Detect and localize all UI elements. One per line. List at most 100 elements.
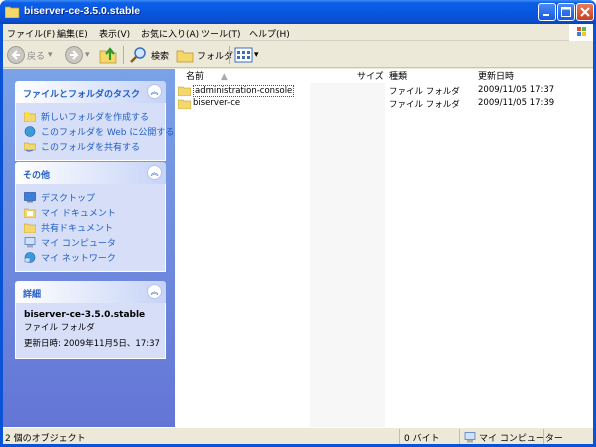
- task-label: 新しいフォルダを作成する: [41, 113, 150, 123]
- up-folder-button[interactable]: [99, 45, 119, 65]
- collapse-chevron-icon[interactable]: ︽: [147, 84, 162, 99]
- other-places-title: その他: [23, 171, 51, 181]
- menu-favorites[interactable]: お気に入り(A): [141, 27, 199, 40]
- column-header-size[interactable]: サイズ: [357, 69, 384, 83]
- close-button[interactable]: [576, 3, 594, 21]
- other-places-header[interactable]: その他 ︽: [15, 162, 166, 184]
- column-header-name[interactable]: 名前 ▲: [186, 69, 228, 83]
- forward-button[interactable]: ▾: [65, 45, 90, 65]
- toolbar-separator: [229, 46, 230, 64]
- details-body: biserver-ce-3.5.0.stable ファイル フォルダ 更新日時:…: [15, 303, 166, 359]
- details-folder-name: biserver-ce-3.5.0.stable: [24, 310, 146, 320]
- task-label: このフォルダを Web に公開する: [41, 128, 175, 138]
- back-dropdown-icon[interactable]: ▾: [48, 50, 53, 60]
- status-object-count: 2 個のオブジェクト: [5, 434, 86, 444]
- menu-file[interactable]: ファイル(F): [7, 27, 55, 40]
- place-label: マイ ネットワーク: [41, 254, 116, 264]
- windows-logo: [569, 24, 593, 41]
- back-arrow-icon: [7, 46, 25, 64]
- file-date: 2009/11/05 17:39: [478, 98, 555, 108]
- globe-icon: [24, 126, 36, 137]
- menu-view[interactable]: 表示(V): [99, 27, 130, 40]
- details-folder-type: ファイル フォルダ: [24, 323, 95, 333]
- minimize-icon: [543, 14, 549, 16]
- toolbar: 戻る ▾ ▾ 検索 フォルダ ▾: [3, 42, 593, 68]
- place-my-network[interactable]: マイ ネットワーク: [24, 250, 157, 265]
- place-label: マイ ドキュメント: [41, 209, 116, 219]
- explorer-window: biserver-ce-3.5.0.stable ファイル(F) 編集(E) 表…: [0, 0, 596, 447]
- maximize-icon: [561, 7, 571, 17]
- task-label: このフォルダを共有する: [41, 143, 141, 153]
- back-button[interactable]: 戻る ▾: [7, 45, 53, 65]
- folders-icon: [176, 50, 194, 63]
- file-tasks-panel: ファイルとフォルダのタスク ︽ 新しいフォルダを作成する このフォルダを Web…: [15, 81, 174, 161]
- file-tasks-title: ファイルとフォルダのタスク: [23, 90, 141, 100]
- forward-dropdown-icon[interactable]: ▾: [85, 50, 90, 60]
- place-label: 共有ドキュメント: [41, 224, 114, 234]
- place-my-computer[interactable]: マイ コンピュータ: [24, 235, 157, 250]
- minimize-button[interactable]: [538, 3, 556, 21]
- windows-flag-icon: [577, 27, 586, 36]
- status-location-label: マイ コンピューター: [479, 434, 563, 444]
- collapse-chevron-icon[interactable]: ︽: [147, 165, 162, 180]
- file-type: ファイル フォルダ: [389, 87, 460, 97]
- folder-icon: [178, 86, 191, 96]
- search-label: 検索: [151, 51, 170, 62]
- views-icon: [234, 47, 253, 63]
- search-icon: [130, 47, 146, 63]
- status-divider: [399, 429, 400, 444]
- back-label: 戻る: [27, 51, 46, 62]
- folder-icon: [5, 6, 20, 18]
- menu-help[interactable]: ヘルプ(H): [249, 27, 290, 40]
- details-header[interactable]: 詳細 ︽: [15, 281, 166, 303]
- sort-ascending-icon: ▲: [220, 72, 228, 82]
- column-name-label: 名前: [186, 72, 205, 82]
- file-name[interactable]: biserver-ce: [193, 98, 240, 108]
- other-places-body: デスクトップ マイ ドキュメント 共有ドキュメント マイ コンピュータ マイ ネ…: [15, 184, 166, 272]
- my-computer-icon: [464, 432, 476, 443]
- maximize-button[interactable]: [557, 3, 575, 21]
- details-modified: 更新日時: 2009年11月5日、17:37: [24, 339, 160, 349]
- status-location: マイ コンピューター: [464, 431, 563, 444]
- menu-edit[interactable]: 編集(E): [57, 27, 88, 40]
- column-header-bar: [175, 69, 593, 83]
- collapse-chevron-icon[interactable]: ︽: [147, 284, 162, 299]
- folders-button[interactable]: フォルダ: [175, 45, 233, 65]
- window-title: biserver-ce-3.5.0.stable: [24, 5, 141, 17]
- my-network-icon: [24, 252, 36, 263]
- menu-bar: ファイル(F) 編集(E) 表示(V) お気に入り(A) ツール(T) ヘルプ(…: [3, 24, 593, 41]
- other-places-panel: その他 ︽ デスクトップ マイ ドキュメント 共有ドキュメント マイ コンピュー…: [15, 162, 166, 272]
- shared-documents-icon: [24, 223, 36, 233]
- file-tasks-header[interactable]: ファイルとフォルダのタスク ︽: [15, 81, 166, 103]
- menu-tools[interactable]: ツール(T): [201, 27, 241, 40]
- search-button[interactable]: 検索: [129, 45, 169, 65]
- share-folder-icon: [24, 142, 36, 152]
- status-bar: 2 個のオブジェクト 0 バイト マイ コンピューター: [3, 427, 593, 444]
- place-label: マイ コンピュータ: [41, 239, 116, 249]
- views-dropdown-icon[interactable]: ▾: [254, 50, 259, 60]
- new-folder-icon: [24, 111, 36, 122]
- my-computer-icon: [24, 237, 36, 248]
- file-name[interactable]: administration-console: [193, 85, 295, 97]
- folder-icon: [178, 99, 191, 109]
- task-new-folder[interactable]: 新しいフォルダを作成する: [24, 109, 157, 124]
- title-bar[interactable]: biserver-ce-3.5.0.stable: [0, 0, 596, 24]
- sorted-column-highlight: [310, 69, 385, 427]
- column-header-type[interactable]: 種類: [389, 69, 407, 83]
- file-tasks-body: 新しいフォルダを作成する このフォルダを Web に公開する このフォルダを共有…: [15, 103, 174, 161]
- place-shared-documents[interactable]: 共有ドキュメント: [24, 220, 157, 235]
- task-pane: ファイルとフォルダのタスク ︽ 新しいフォルダを作成する このフォルダを Web…: [3, 69, 175, 427]
- place-desktop[interactable]: デスクトップ: [24, 190, 157, 205]
- task-share-folder[interactable]: このフォルダを共有する: [24, 139, 157, 154]
- file-list-view[interactable]: 名前 ▲ サイズ 種類 更新日時 administration-console …: [175, 69, 593, 427]
- file-type: ファイル フォルダ: [389, 100, 460, 110]
- close-icon: [580, 7, 590, 17]
- status-divider: [459, 429, 460, 444]
- desktop-icon: [24, 192, 36, 203]
- status-divider: [543, 429, 544, 444]
- status-size: 0 バイト: [404, 434, 440, 444]
- views-button[interactable]: ▾: [234, 45, 259, 65]
- place-my-documents[interactable]: マイ ドキュメント: [24, 205, 157, 220]
- column-header-date[interactable]: 更新日時: [478, 69, 514, 83]
- task-publish-web[interactable]: このフォルダを Web に公開する: [24, 124, 174, 139]
